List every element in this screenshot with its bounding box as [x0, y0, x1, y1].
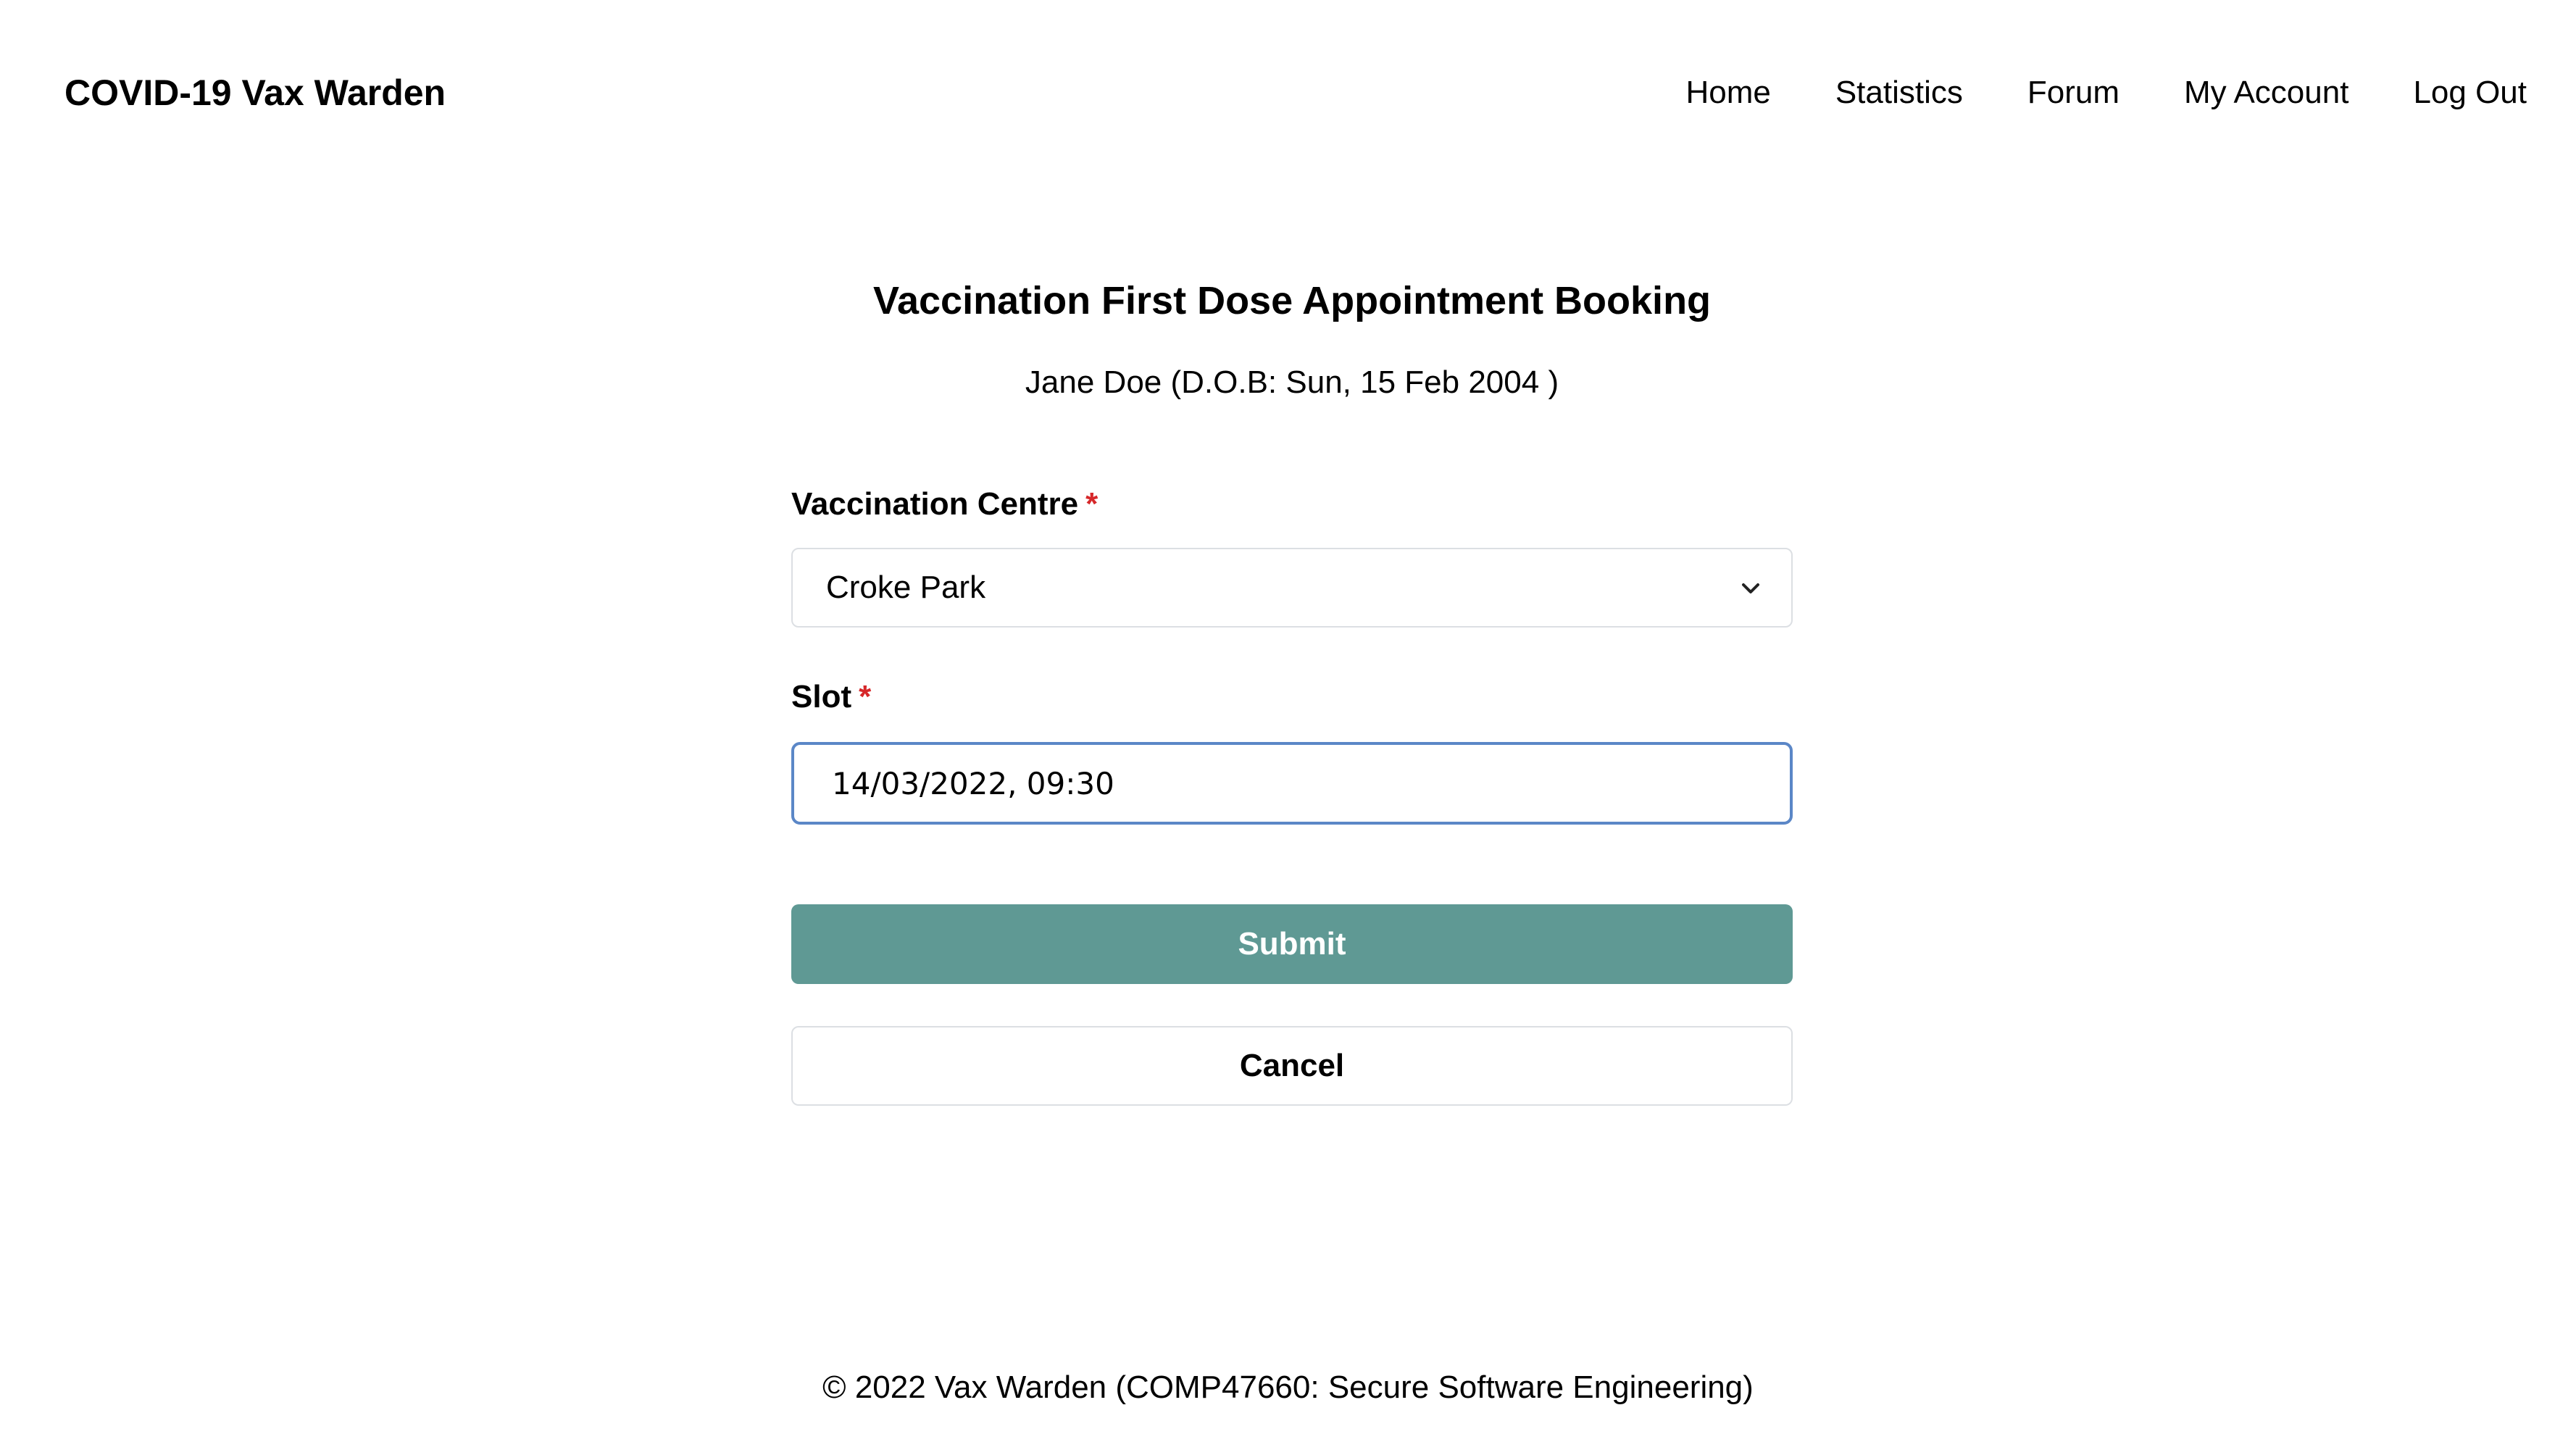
nav-home[interactable]: Home: [1685, 71, 1770, 114]
booking-form: Vaccination First Dose Appointment Booki…: [791, 275, 1793, 1106]
page-title: Vaccination First Dose Appointment Booki…: [872, 279, 1712, 322]
slot-label-text: Slot: [791, 679, 852, 714]
top-nav: Home Statistics Forum My Account Log Out: [1685, 71, 2527, 114]
brand-title[interactable]: COVID-19 Vax Warden: [64, 71, 446, 114]
nav-statistics[interactable]: Statistics: [1835, 71, 1963, 114]
vaccination-centre-selected: Croke Park: [826, 570, 986, 605]
required-mark: *: [859, 679, 872, 714]
cancel-button[interactable]: Cancel: [791, 1026, 1793, 1106]
slot-input[interactable]: [791, 742, 1793, 825]
nav-my-account[interactable]: My Account: [2184, 71, 2348, 114]
required-mark: *: [1085, 486, 1099, 522]
chevron-down-icon: [1742, 583, 1759, 593]
page: COVID-19 Vax Warden Home Statistics Foru…: [0, 0, 2576, 1455]
nav-forum[interactable]: Forum: [2027, 71, 2119, 114]
footer-copyright: © 2022 Vax Warden (COMP47660: Secure Sof…: [822, 1369, 1754, 1405]
slot-label: Slot *: [791, 677, 1793, 717]
nav-log-out[interactable]: Log Out: [2413, 71, 2527, 114]
submit-button[interactable]: Submit: [791, 904, 1793, 984]
vaccination-centre-label: Vaccination Centre *: [791, 484, 1793, 525]
vaccination-centre-label-text: Vaccination Centre: [791, 486, 1079, 522]
vaccination-centre-select[interactable]: Croke Park: [791, 548, 1793, 628]
patient-info: Jane Doe (D.O.B: Sun, 15 Feb 2004 ): [1025, 364, 1559, 400]
